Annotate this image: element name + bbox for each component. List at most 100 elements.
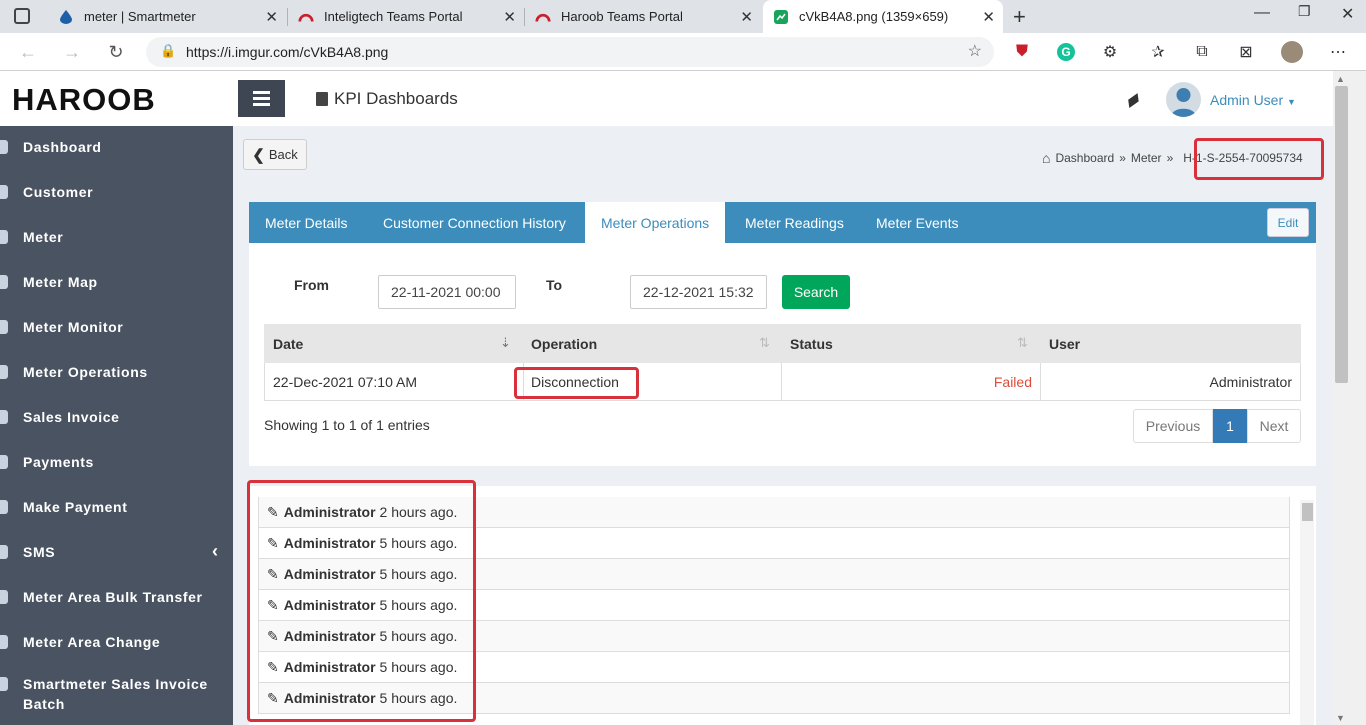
grammarly-icon[interactable]: G — [1054, 40, 1078, 64]
sidebar-item-payments[interactable]: Payments — [0, 439, 233, 484]
search-button[interactable]: Search — [782, 275, 850, 309]
sidebar-item-meter[interactable]: Meter — [0, 214, 233, 259]
kpi-dashboards-link[interactable]: KPI Dashboards — [316, 89, 458, 109]
extensions-icon[interactable]: ⚙ — [1098, 40, 1122, 64]
sidebar-item-make-payment[interactable]: Make Payment — [0, 484, 233, 529]
drop-icon — [58, 9, 74, 25]
scroll-down-icon[interactable]: ▼ — [1336, 713, 1345, 723]
sidebar-item-label: Payments — [23, 453, 94, 470]
favorite-star-icon[interactable]: ☆ — [968, 41, 982, 61]
browser-tab-3[interactable]: Haroob Teams Portal ✕ — [525, 0, 761, 33]
breadcrumb-separator: » — [1119, 151, 1126, 165]
restore-icon[interactable]: ❐ — [1298, 3, 1311, 20]
back-arrow-icon[interactable]: ← — [16, 40, 40, 64]
sidebar-item-label: Meter Area Bulk Transfer — [23, 588, 203, 605]
page-1-button[interactable]: 1 — [1213, 409, 1247, 443]
tab-meter-events[interactable]: Meter Events — [860, 202, 974, 243]
math-solver-icon[interactable]: ⊠ — [1234, 40, 1258, 64]
sidebar-item-label: Meter Map — [23, 273, 98, 290]
activity-scroll-thumb[interactable] — [1302, 503, 1313, 521]
collections-icon[interactable]: ⧉ — [1190, 40, 1214, 64]
payments-icon — [0, 454, 8, 469]
back-label: Back — [268, 147, 298, 162]
sort-desc-icon[interactable]: ⇣ — [500, 335, 511, 351]
browser-tab-2[interactable]: Inteligtech Teams Portal ✕ — [288, 0, 524, 33]
sidebar-item-meter-map[interactable]: Meter Map — [0, 259, 233, 304]
forward-arrow-icon[interactable]: → — [60, 40, 84, 64]
column-header-operation[interactable]: Operation — [523, 324, 782, 363]
sidebar-item-meter-operations[interactable]: Meter Operations — [0, 349, 233, 394]
sidebar-item-meter-area-bulk-transfer[interactable]: Meter Area Bulk Transfer — [0, 574, 233, 619]
to-date-input[interactable]: 22-12-2021 15:32 — [630, 275, 767, 309]
tab-customer-connection-history[interactable]: Customer Connection History — [367, 202, 582, 243]
chevron-left-icon: ❮ — [252, 146, 265, 164]
sort-icon[interactable]: ⇅ — [1017, 335, 1028, 351]
table-info: Showing 1 to 1 of 1 entries — [264, 417, 430, 433]
sidebar-item-label: SMS — [23, 543, 56, 560]
user-menu[interactable]: Admin User ▼ — [1210, 92, 1296, 108]
sidebar-item-customer[interactable]: Customer — [0, 169, 233, 214]
highlight-box — [247, 480, 476, 722]
tab-label: Meter Operations — [601, 215, 710, 231]
sidebar-item-meter-monitor[interactable]: Meter Monitor — [0, 304, 233, 349]
tab-label: Meter Readings — [745, 214, 844, 231]
column-header-user[interactable]: User — [1041, 324, 1300, 363]
browser-tab-1[interactable]: meter | Smartmeter ✕ — [48, 0, 286, 33]
close-icon[interactable]: ✕ — [982, 8, 995, 26]
tab-title: meter | Smartmeter — [84, 9, 196, 24]
breadcrumb-meter[interactable]: Meter — [1131, 151, 1162, 165]
new-tab-icon[interactable]: + — [1013, 4, 1026, 30]
highlight-box — [514, 367, 639, 399]
menu-bar — [253, 91, 270, 94]
dashboard-icon — [0, 139, 8, 154]
more-icon[interactable]: ⋯ — [1326, 40, 1350, 64]
tab-meter-readings[interactable]: Meter Readings — [729, 202, 860, 243]
column-label: Operation — [531, 335, 598, 352]
column-header-date[interactable]: Date — [265, 324, 523, 363]
column-header-status[interactable]: Status — [782, 324, 1041, 363]
breadcrumb-dashboard[interactable]: Dashboard — [1055, 151, 1114, 165]
browser-tab-4[interactable]: cVkB4A8.png (1359×659) ✕ — [763, 0, 1003, 33]
back-button[interactable]: ❮ Back — [243, 139, 307, 170]
from-date-input[interactable]: 22-11-2021 00:00 — [378, 275, 516, 309]
tab-meter-operations[interactable]: Meter Operations — [585, 202, 726, 244]
profile-icon[interactable] — [1280, 40, 1304, 64]
credit-card-icon — [0, 499, 8, 514]
breadcrumb-separator: » — [1166, 151, 1174, 165]
tab-meter-details[interactable]: Meter Details — [249, 202, 363, 243]
avatar[interactable] — [1166, 82, 1201, 117]
favorites-icon[interactable]: ✰ — [1146, 40, 1170, 64]
sidebar-item-dashboard[interactable]: Dashboard — [0, 124, 233, 169]
caret-down-icon: ▼ — [1287, 97, 1296, 107]
sidebar-item-smartmeter-sales-invoice-batch[interactable]: Smartmeter Sales Invoice Batch — [0, 674, 233, 718]
previous-page-button[interactable]: Previous — [1133, 409, 1213, 443]
minimize-icon[interactable]: — — [1254, 4, 1270, 22]
close-icon[interactable]: ✕ — [740, 8, 753, 26]
area-change-icon — [0, 634, 8, 649]
cell-date: 22-Dec-2021 07:10 AM — [273, 374, 417, 390]
close-icon[interactable]: ✕ — [265, 8, 278, 26]
scroll-up-icon[interactable]: ▲ — [1336, 74, 1345, 84]
edit-button[interactable]: Edit — [1267, 208, 1309, 237]
sidebar-item-meter-area-change[interactable]: Meter Area Change — [0, 619, 233, 664]
menu-toggle-button[interactable] — [238, 80, 285, 117]
pocket-icon[interactable]: ⛊ — [1010, 40, 1034, 64]
user-icon — [0, 184, 8, 199]
page-scroll-thumb[interactable] — [1335, 86, 1348, 383]
user-name: Admin User — [1210, 92, 1284, 108]
refresh-icon[interactable]: ↻ — [104, 40, 128, 64]
arc-logo-icon — [535, 9, 551, 25]
next-page-button[interactable]: Next — [1247, 409, 1301, 443]
tab-title: Haroob Teams Portal — [561, 9, 683, 24]
close-window-icon[interactable]: ✕ — [1341, 4, 1354, 24]
close-icon[interactable]: ✕ — [503, 8, 516, 26]
batch-icon — [0, 677, 8, 691]
activity-scrollbar[interactable] — [1300, 500, 1314, 725]
sidebar-item-label: Sales Invoice — [23, 408, 120, 425]
sort-icon[interactable]: ⇅ — [759, 335, 770, 351]
monitor-icon — [0, 319, 8, 334]
sidebar-item-sms[interactable]: SMS ‹ — [0, 529, 233, 574]
tab-actions-icon[interactable] — [14, 8, 30, 24]
sidebar-item-sales-invoice[interactable]: Sales Invoice — [0, 394, 233, 439]
address-bar[interactable]: 🔒 https://i.imgur.com/cVkB4A8.png ☆ — [146, 37, 994, 67]
